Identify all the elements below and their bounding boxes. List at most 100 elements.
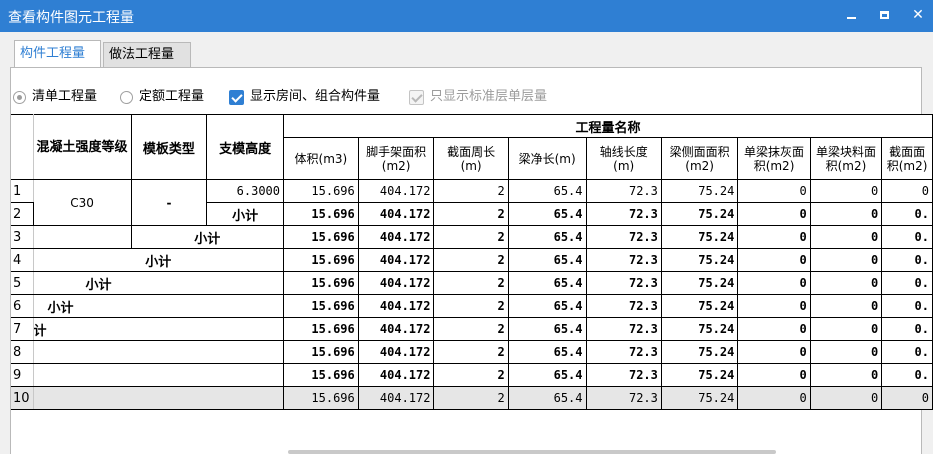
scaffold-area-cell[interactable]: 404.172 bbox=[357, 386, 435, 410]
section-area-cell[interactable]: 0. bbox=[881, 248, 933, 272]
close-button[interactable]: ✕ bbox=[906, 4, 930, 26]
tile-area-cell[interactable]: 0 bbox=[809, 317, 883, 341]
scaffold-area-cell[interactable]: 404.172 bbox=[357, 294, 435, 318]
table-row[interactable]: 9 15.696 404.172 2 65.4 72.3 75.24 0 0 0… bbox=[11, 363, 933, 387]
header-formwork-type[interactable]: 模板类型 bbox=[130, 114, 208, 180]
show-rooms-checkbox[interactable]: 显示房间、组合构件量 bbox=[229, 87, 380, 107]
tile-area-cell[interactable]: 0 bbox=[809, 248, 883, 272]
header-tile-area[interactable]: 单梁块料面积(m2) bbox=[809, 137, 883, 180]
beam-side-area-cell[interactable]: 75.24 bbox=[660, 271, 739, 295]
section-area-cell[interactable]: 0. bbox=[881, 363, 933, 387]
beam-net-length-cell[interactable]: 65.4 bbox=[507, 225, 587, 249]
section-perimeter-cell[interactable]: 2 bbox=[433, 248, 509, 272]
table-row[interactable]: 4 小计 15.696 404.172 2 65.4 72.3 75.24 0 … bbox=[11, 248, 933, 272]
table-row[interactable]: 5 小计 15.696 404.172 2 65.4 72.3 75.24 0 … bbox=[11, 271, 933, 295]
table-row[interactable]: 3 小计 15.696 404.172 2 65.4 72.3 75.24 0 … bbox=[11, 225, 933, 249]
header-section-area[interactable]: 截面面积(m2) bbox=[881, 137, 933, 180]
beam-net-length-cell[interactable]: 65.4 bbox=[507, 271, 587, 295]
table-row[interactable]: 1 C30 - 6.3000 15.696 404.172 2 65.4 72.… bbox=[11, 179, 933, 226]
tile-area-cell[interactable]: 0 bbox=[809, 386, 883, 410]
plaster-area-cell[interactable]: 0 bbox=[737, 317, 811, 341]
section-perimeter-cell[interactable]: 2 bbox=[433, 340, 509, 364]
beam-net-length-cell[interactable]: 65.4 bbox=[507, 179, 587, 203]
plaster-area-cell[interactable]: 0 bbox=[737, 225, 811, 249]
axis-length-cell[interactable]: 72.3 bbox=[585, 386, 662, 410]
volume-cell[interactable]: 15.696 bbox=[283, 340, 359, 364]
section-perimeter-cell[interactable]: 2 bbox=[433, 294, 509, 318]
scaffold-area-cell[interactable]: 404.172 bbox=[357, 271, 435, 295]
section-area-cell[interactable]: 0. bbox=[881, 202, 933, 226]
volume-cell[interactable]: 15.696 bbox=[283, 294, 359, 318]
volume-cell[interactable]: 15.696 bbox=[283, 363, 359, 387]
concrete-grade-cell[interactable]: C30 bbox=[32, 179, 132, 226]
section-area-cell[interactable]: 0 bbox=[881, 386, 933, 410]
bill-quantity-radio[interactable]: 清单工程量 bbox=[13, 87, 97, 107]
beam-net-length-cell[interactable]: 65.4 bbox=[507, 202, 587, 226]
beam-side-area-cell[interactable]: 75.24 bbox=[660, 363, 739, 387]
beam-net-length-cell[interactable]: 65.4 bbox=[507, 340, 587, 364]
section-perimeter-cell[interactable]: 2 bbox=[433, 179, 509, 203]
plaster-area-cell[interactable]: 0 bbox=[737, 248, 811, 272]
beam-side-area-cell[interactable]: 75.24 bbox=[660, 386, 739, 410]
scaffold-area-cell[interactable]: 404.172 bbox=[357, 225, 435, 249]
section-area-cell[interactable]: 0. bbox=[881, 271, 933, 295]
header-axis-length[interactable]: 轴线长度(m) bbox=[585, 137, 662, 180]
volume-cell[interactable]: 15.696 bbox=[283, 202, 359, 226]
axis-length-cell[interactable]: 72.3 bbox=[585, 363, 662, 387]
section-perimeter-cell[interactable]: 2 bbox=[433, 202, 509, 226]
axis-length-cell[interactable]: 72.3 bbox=[585, 340, 662, 364]
formwork-type-cell[interactable]: - bbox=[130, 179, 208, 226]
table-row[interactable]: 7 计 15.696 404.172 2 65.4 72.3 75.24 0 0… bbox=[11, 317, 933, 341]
volume-cell[interactable]: 15.696 bbox=[283, 225, 359, 249]
beam-net-length-cell[interactable]: 65.4 bbox=[507, 363, 587, 387]
volume-cell[interactable]: 15.696 bbox=[283, 248, 359, 272]
tile-area-cell[interactable]: 0 bbox=[809, 363, 883, 387]
beam-side-area-cell[interactable]: 75.24 bbox=[660, 294, 739, 318]
section-area-cell[interactable]: 0. bbox=[881, 317, 933, 341]
plaster-area-cell[interactable]: 0 bbox=[737, 386, 811, 410]
axis-length-cell[interactable]: 72.3 bbox=[585, 271, 662, 295]
header-concrete-grade[interactable]: 混凝土强度等级 bbox=[32, 114, 132, 180]
beam-net-length-cell[interactable]: 65.4 bbox=[507, 294, 587, 318]
scaffold-area-cell[interactable]: 404.172 bbox=[357, 317, 435, 341]
header-scaffold-area[interactable]: 脚手架面积(m2) bbox=[357, 137, 435, 180]
table-row-total[interactable]: 10 15.696 404.172 2 65.4 72.3 75.24 0 0 … bbox=[11, 386, 933, 410]
section-area-cell[interactable]: 0. bbox=[881, 294, 933, 318]
section-perimeter-cell[interactable]: 2 bbox=[433, 386, 509, 410]
horizontal-scrollbar[interactable] bbox=[288, 450, 776, 454]
header-plaster-area[interactable]: 单梁抹灰面积(m2) bbox=[737, 137, 811, 180]
volume-cell[interactable]: 15.696 bbox=[283, 271, 359, 295]
header-support-height[interactable]: 支模高度 bbox=[206, 114, 285, 180]
header-section-perimeter[interactable]: 截面周长(m) bbox=[433, 137, 509, 180]
plaster-area-cell[interactable]: 0 bbox=[737, 202, 811, 226]
beam-side-area-cell[interactable]: 75.24 bbox=[660, 248, 739, 272]
tile-area-cell[interactable]: 0 bbox=[809, 271, 883, 295]
tab-method-quantity[interactable]: 做法工程量 bbox=[103, 42, 191, 67]
scaffold-area-cell[interactable]: 404.172 bbox=[357, 363, 435, 387]
minimize-button[interactable] bbox=[839, 4, 863, 26]
plaster-area-cell[interactable]: 0 bbox=[737, 179, 811, 203]
volume-cell[interactable]: 15.696 bbox=[283, 317, 359, 341]
header-beam-net-length[interactable]: 梁净长(m) bbox=[507, 137, 587, 180]
header-volume[interactable]: 体积(m3) bbox=[283, 137, 359, 180]
maximize-button[interactable] bbox=[872, 4, 896, 26]
axis-length-cell[interactable]: 72.3 bbox=[585, 294, 662, 318]
section-area-cell[interactable]: 0. bbox=[881, 225, 933, 249]
plaster-area-cell[interactable]: 0 bbox=[737, 271, 811, 295]
section-area-cell[interactable]: 0. bbox=[881, 340, 933, 364]
beam-side-area-cell[interactable]: 75.24 bbox=[660, 225, 739, 249]
axis-length-cell[interactable]: 72.3 bbox=[585, 179, 662, 203]
table-row[interactable]: 8 15.696 404.172 2 65.4 72.3 75.24 0 0 0… bbox=[11, 340, 933, 364]
axis-length-cell[interactable]: 72.3 bbox=[585, 248, 662, 272]
section-area-cell[interactable]: 0 bbox=[881, 179, 933, 203]
volume-cell[interactable]: 15.696 bbox=[283, 386, 359, 410]
scaffold-area-cell[interactable]: 404.172 bbox=[357, 179, 435, 203]
support-height-cell[interactable]: 6.3000 bbox=[206, 179, 285, 203]
table-row[interactable]: 6 小计 15.696 404.172 2 65.4 72.3 75.24 0 … bbox=[11, 294, 933, 318]
beam-side-area-cell[interactable]: 75.24 bbox=[660, 179, 739, 203]
plaster-area-cell[interactable]: 0 bbox=[737, 294, 811, 318]
scaffold-area-cell[interactable]: 404.172 bbox=[357, 202, 435, 226]
beam-net-length-cell[interactable]: 65.4 bbox=[507, 248, 587, 272]
section-perimeter-cell[interactable]: 2 bbox=[433, 271, 509, 295]
header-beam-side-area[interactable]: 梁侧面面积(m2) bbox=[660, 137, 739, 180]
